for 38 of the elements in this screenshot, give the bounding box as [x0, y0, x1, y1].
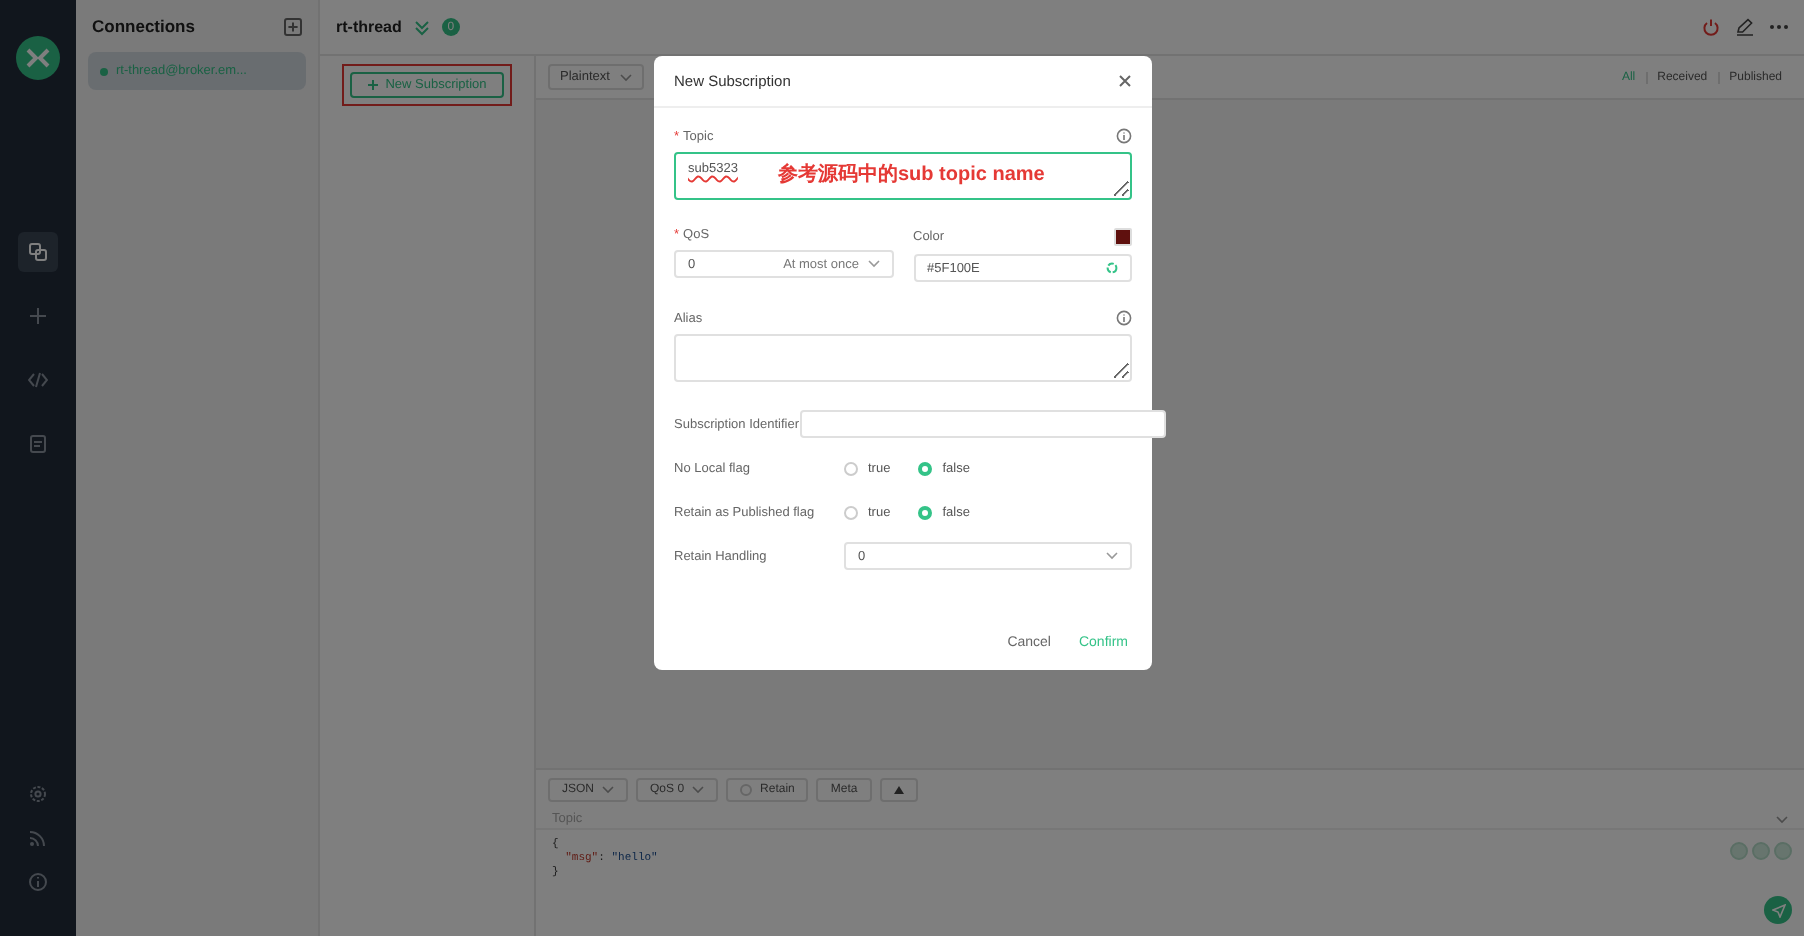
chevron-icon	[867, 260, 879, 268]
more-icon[interactable]	[1770, 24, 1788, 30]
send-icon	[1771, 903, 1785, 917]
send-button[interactable]	[1764, 896, 1792, 924]
info-icon	[1116, 128, 1132, 144]
chevron-icon	[1776, 815, 1788, 823]
nav-button[interactable]	[18, 232, 58, 272]
edit-icon[interactable]	[1736, 18, 1754, 36]
chevron-icon	[692, 786, 705, 794]
close-icon[interactable]	[1118, 74, 1132, 88]
connection-title: rt-thread	[336, 18, 402, 36]
next-button[interactable]	[1774, 842, 1792, 860]
plus-icon	[28, 306, 48, 326]
plus-icon	[367, 80, 378, 90]
log-icon	[28, 434, 48, 454]
color-swatch[interactable]	[1114, 228, 1132, 246]
identifier-input[interactable]	[799, 410, 1166, 438]
code-icon	[28, 370, 48, 390]
expand-button[interactable]	[879, 778, 918, 802]
settings-icon[interactable]	[28, 784, 48, 804]
app-logo	[16, 36, 60, 80]
history-button[interactable]	[1752, 842, 1770, 860]
previous-button[interactable]	[1730, 842, 1748, 860]
chevron-icon	[619, 73, 632, 81]
chevron-icon	[1106, 552, 1118, 560]
triangle-icon	[893, 786, 904, 794]
refresh-icon[interactable]	[1106, 262, 1118, 274]
feed-icon[interactable]	[28, 828, 48, 848]
power-icon[interactable]	[1702, 18, 1720, 36]
chevron-icon	[602, 786, 615, 794]
info-icon[interactable]	[28, 872, 48, 892]
annotation-text: 参考源码中的sub topic name	[778, 161, 1045, 188]
info-icon	[1116, 310, 1132, 326]
panel-title: Connections	[92, 16, 195, 36]
collapse-icon[interactable]	[413, 19, 430, 35]
connections-icon	[28, 242, 48, 262]
add-icon[interactable]	[284, 17, 302, 35]
alias-input[interactable]	[674, 334, 1132, 382]
